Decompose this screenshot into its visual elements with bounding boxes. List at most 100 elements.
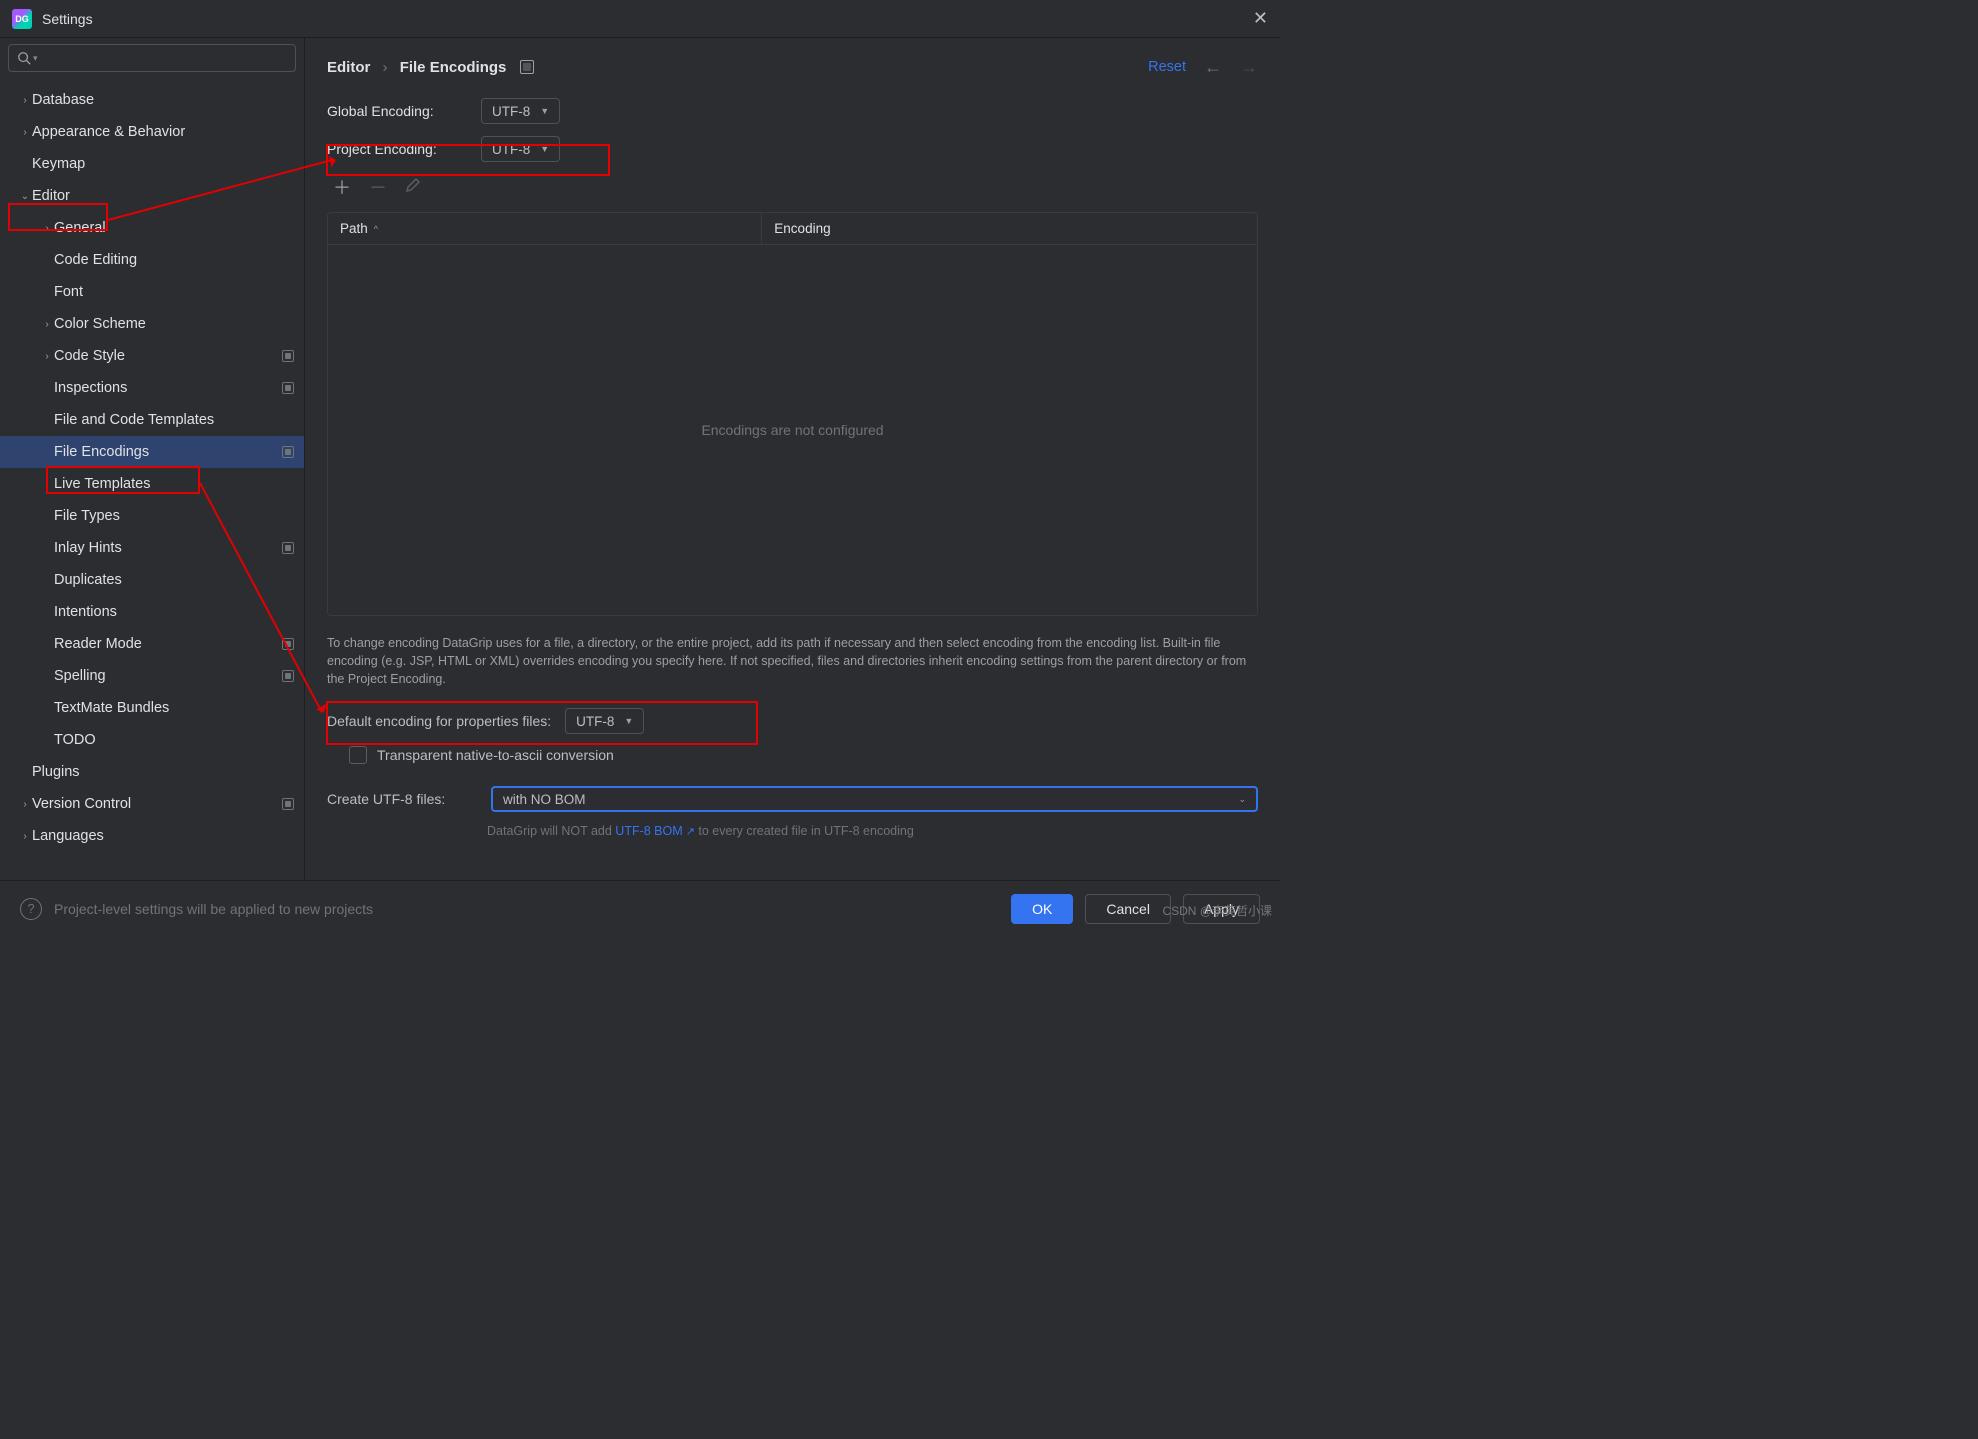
sidebar-item-label: Editor [32,188,294,204]
sidebar-item-label: Inlay Hints [54,540,282,556]
forward-arrow-icon: → [1240,57,1258,78]
sidebar-item-label: Version Control [32,796,282,812]
sidebar-item-version-control[interactable]: ›Version Control [0,788,304,820]
chevron-down-icon: ▼ [540,106,549,116]
transparent-ascii-checkbox[interactable] [349,746,367,764]
project-encoding-row: Project Encoding: UTF-8 ▼ [327,136,1258,162]
main-panel: Editor › File Encodings Reset ← → Global… [305,38,1280,880]
sidebar-item-label: Live Templates [54,476,294,492]
create-utf8-label: Create UTF-8 files: [327,791,477,807]
project-encoding-value: UTF-8 [492,142,530,157]
settings-tree[interactable]: ›Database›Appearance & Behavior›Keymap⌄E… [0,78,304,880]
search-input-wrap[interactable]: ▾ [8,44,296,72]
sidebar-item-todo[interactable]: ›TODO [0,724,304,756]
sidebar-item-file-encodings[interactable]: ›File Encodings [0,436,304,468]
table-toolbar: ＋ － [327,174,1258,200]
properties-encoding-label: Default encoding for properties files: [327,713,551,729]
chevron-down-icon: ⌄ [18,191,32,202]
window-title: Settings [42,11,93,27]
sidebar-item-file-and-code-templates[interactable]: ›File and Code Templates [0,404,304,436]
sidebar-item-duplicates[interactable]: ›Duplicates [0,564,304,596]
sidebar-item-label: Database [32,92,294,108]
project-encoding-dropdown[interactable]: UTF-8 ▼ [481,136,560,162]
title-bar: DG Settings ✕ [0,0,1280,38]
search-icon [17,51,31,65]
external-link-icon: ↗ [683,826,695,838]
sidebar-item-color-scheme[interactable]: ›Color Scheme [0,308,304,340]
sidebar-item-label: Intentions [54,604,294,620]
project-level-icon [282,350,294,362]
dialog-footer: ? Project-level settings will be applied… [0,880,1280,936]
add-icon[interactable]: ＋ [333,174,351,200]
transparent-ascii-label: Transparent native-to-ascii conversion [377,747,614,763]
close-icon[interactable]: ✕ [1253,8,1268,29]
breadcrumb-root[interactable]: Editor [327,59,370,76]
sidebar-item-general[interactable]: ›General [0,212,304,244]
cancel-button[interactable]: Cancel [1085,894,1171,924]
sidebar-item-inlay-hints[interactable]: ›Inlay Hints [0,532,304,564]
column-path[interactable]: Path ^ [328,213,762,244]
watermark: CSDN @李英哲小课 [1162,902,1272,919]
sidebar-item-editor[interactable]: ⌄Editor [0,180,304,212]
reset-link[interactable]: Reset [1148,59,1186,75]
search-options-icon[interactable]: ▾ [33,53,38,64]
sidebar-item-label: Reader Mode [54,636,282,652]
create-utf8-dropdown[interactable]: with NO BOM ⌄ [491,786,1258,812]
sidebar: ▾ ›Database›Appearance & Behavior›Keymap… [0,38,305,880]
encodings-table: Path ^ Encoding Encodings are not config… [327,212,1258,616]
sidebar-item-languages[interactable]: ›Languages [0,820,304,852]
sidebar-item-spelling[interactable]: ›Spelling [0,660,304,692]
utf8-bom-link[interactable]: UTF-8 BOM [615,824,682,838]
project-level-icon [282,798,294,810]
global-encoding-dropdown[interactable]: UTF-8 ▼ [481,98,560,124]
chevron-down-icon: ▼ [540,144,549,154]
sidebar-item-label: Inspections [54,380,282,396]
sidebar-item-file-types[interactable]: ›File Types [0,500,304,532]
project-level-icon [282,638,294,650]
edit-icon [405,177,421,198]
chevron-right-icon: › [40,351,54,362]
chevron-right-icon: › [18,831,32,842]
sidebar-item-label: Font [54,284,294,300]
back-arrow-icon[interactable]: ← [1204,57,1222,78]
transparent-ascii-row[interactable]: Transparent native-to-ascii conversion [327,746,1258,764]
column-encoding[interactable]: Encoding [762,213,1257,244]
sidebar-item-label: File Types [54,508,294,524]
ok-button[interactable]: OK [1011,894,1073,924]
sidebar-item-appearance-behavior[interactable]: ›Appearance & Behavior [0,116,304,148]
chevron-right-icon: › [18,95,32,106]
create-utf8-value: with NO BOM [503,792,586,807]
sidebar-item-intentions[interactable]: ›Intentions [0,596,304,628]
sidebar-item-plugins[interactable]: ›Plugins [0,756,304,788]
properties-encoding-dropdown[interactable]: UTF-8 ▼ [565,708,644,734]
search-input[interactable] [44,50,287,66]
project-level-icon [282,542,294,554]
scheme-box-icon [520,60,534,74]
remove-icon: － [369,174,387,200]
create-utf8-row: Create UTF-8 files: with NO BOM ⌄ [327,786,1258,812]
help-icon[interactable]: ? [20,898,42,920]
global-encoding-value: UTF-8 [492,104,530,119]
sidebar-item-label: General [54,220,294,236]
sidebar-item-textmate-bundles[interactable]: ›TextMate Bundles [0,692,304,724]
sidebar-item-label: Languages [32,828,294,844]
sidebar-item-keymap[interactable]: ›Keymap [0,148,304,180]
chevron-down-icon: ▼ [624,716,633,726]
app-icon: DG [12,9,32,29]
footer-note: Project-level settings will be applied t… [54,901,373,917]
panel-header: Editor › File Encodings Reset ← → [327,38,1258,86]
sidebar-item-label: File Encodings [54,444,282,460]
project-level-icon [282,446,294,458]
sidebar-item-code-style[interactable]: ›Code Style [0,340,304,372]
sidebar-item-reader-mode[interactable]: ›Reader Mode [0,628,304,660]
sidebar-item-code-editing[interactable]: ›Code Editing [0,244,304,276]
sidebar-item-live-templates[interactable]: ›Live Templates [0,468,304,500]
chevron-right-icon: › [18,799,32,810]
sidebar-item-label: Spelling [54,668,282,684]
sidebar-item-font[interactable]: ›Font [0,276,304,308]
properties-encoding-row: Default encoding for properties files: U… [327,708,1258,734]
breadcrumb-separator: › [383,59,388,76]
sidebar-item-database[interactable]: ›Database [0,84,304,116]
global-encoding-row: Global Encoding: UTF-8 ▼ [327,98,1258,124]
sidebar-item-inspections[interactable]: ›Inspections [0,372,304,404]
